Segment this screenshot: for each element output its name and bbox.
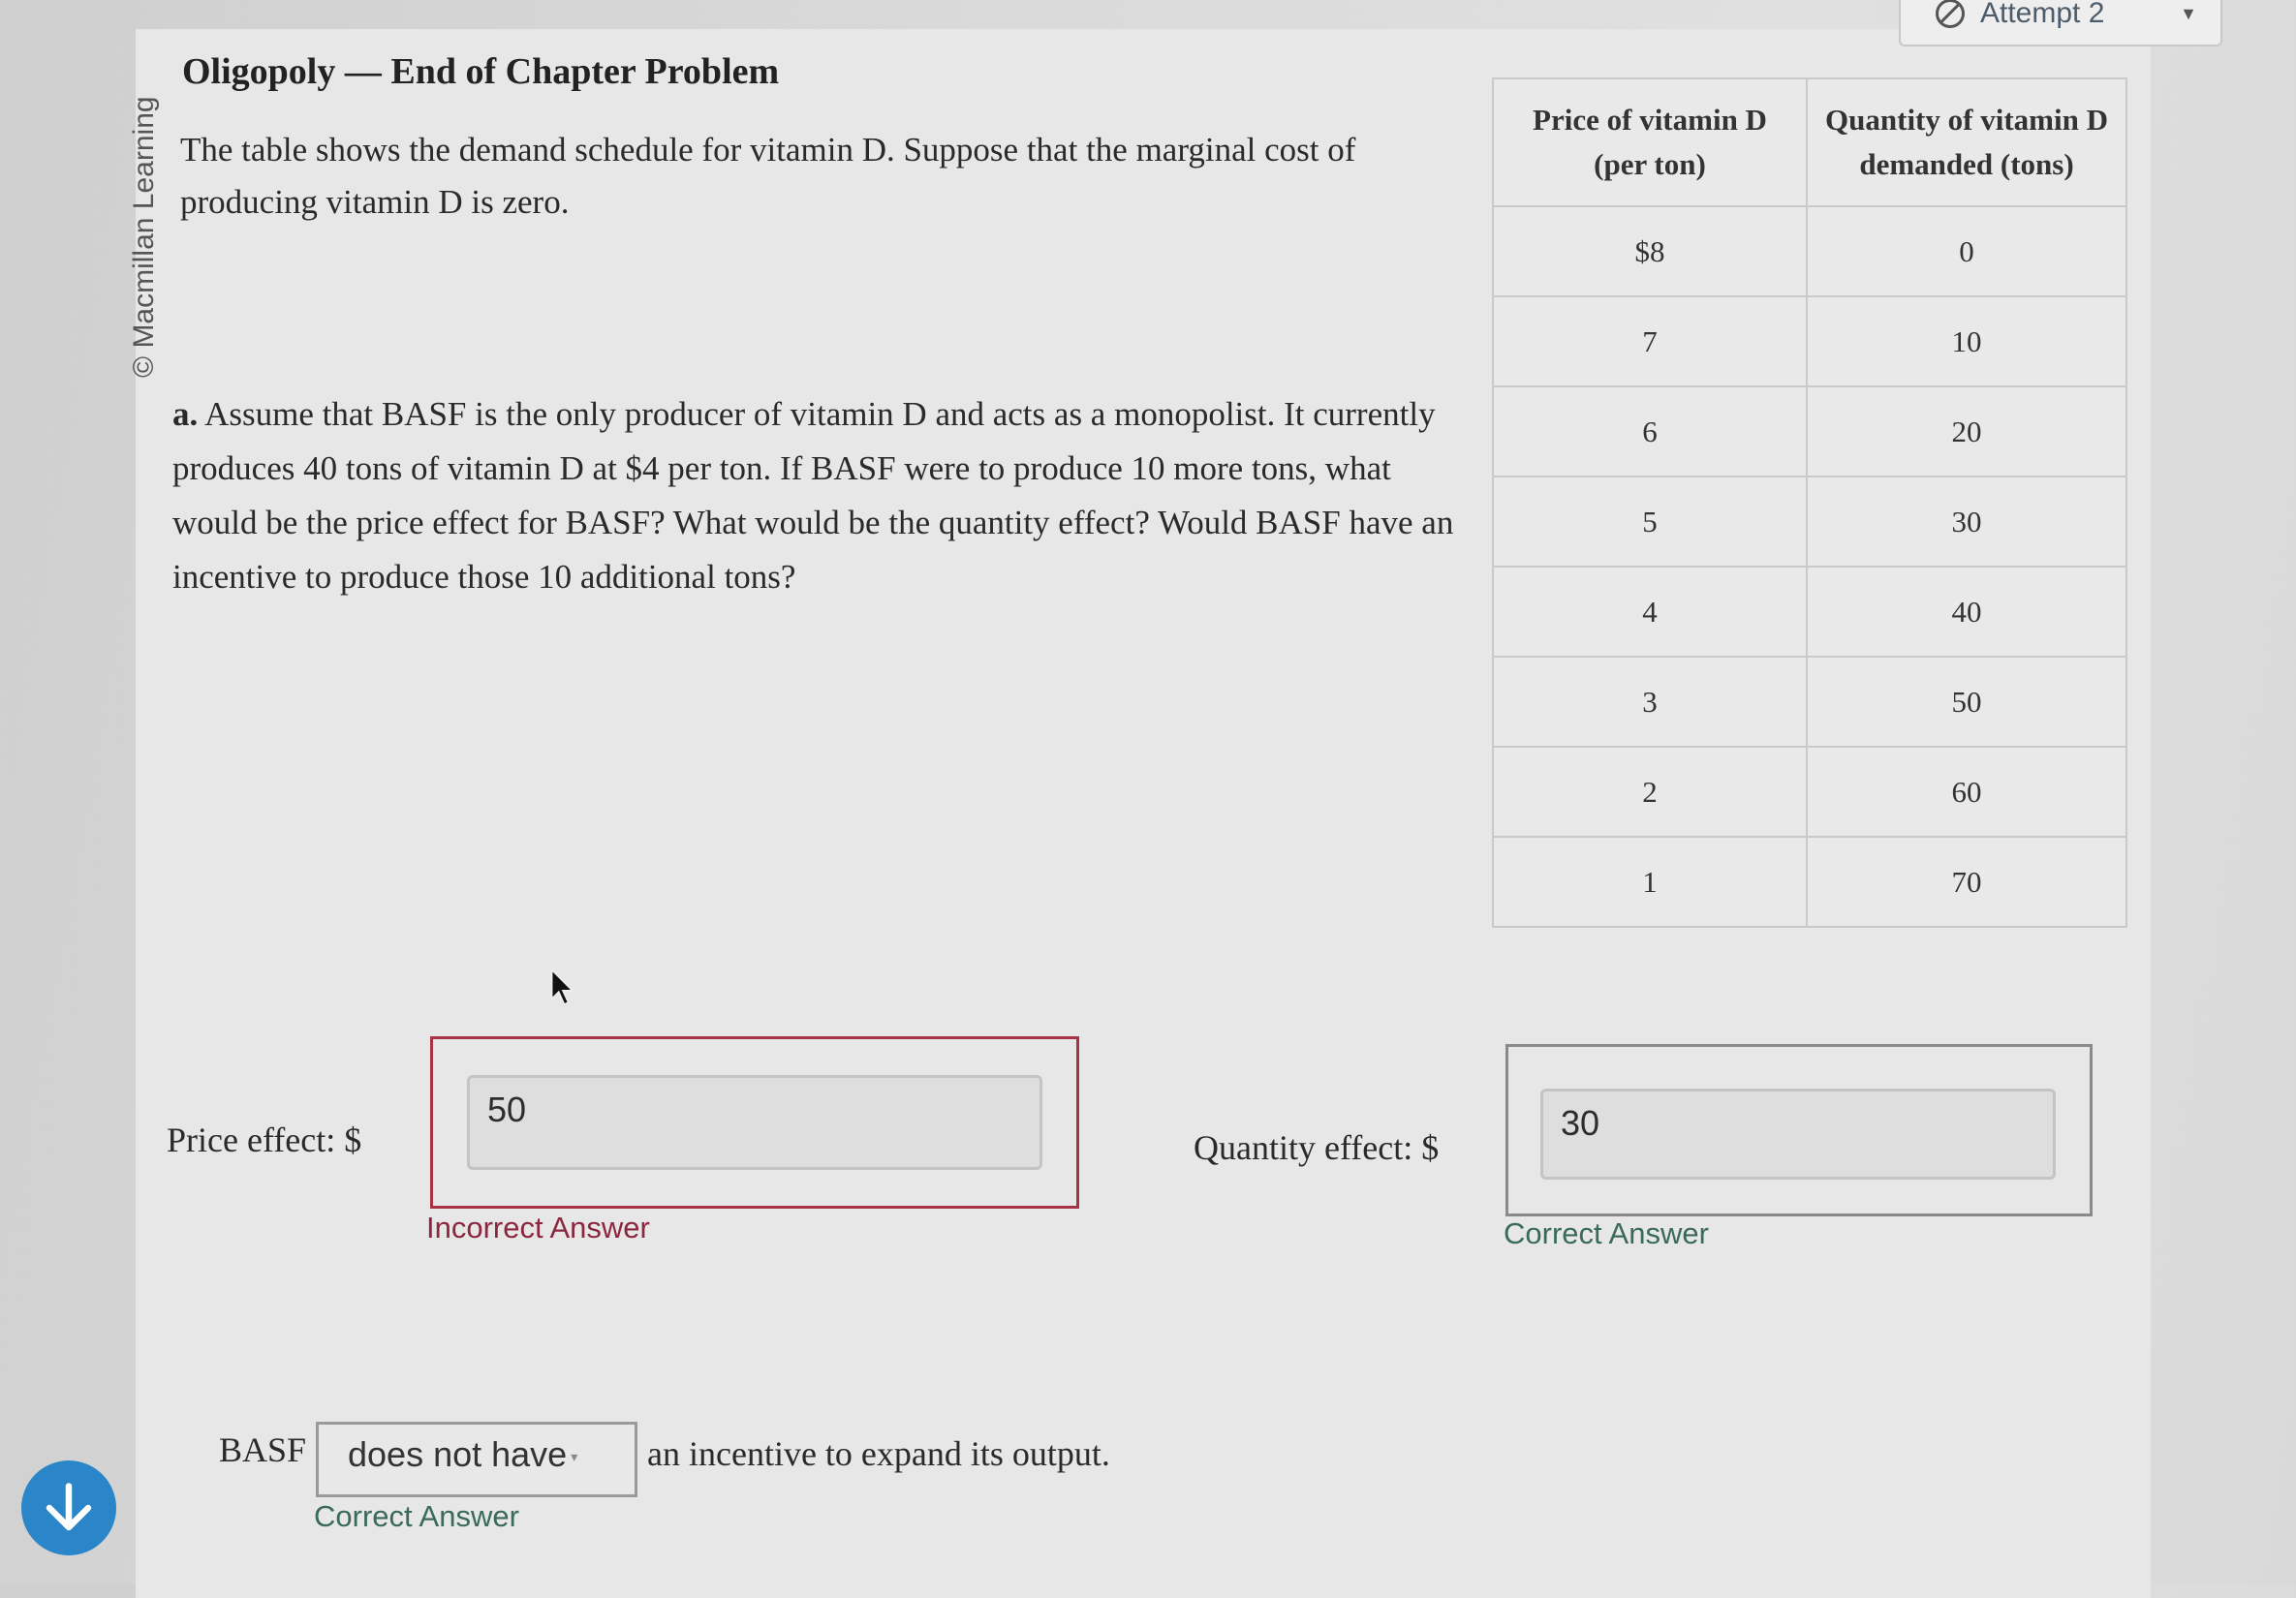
quantity-cell: 0 [1806, 205, 2127, 297]
quantity-cell: 60 [1806, 746, 2127, 838]
incentive-feedback: Correct Answer [314, 1499, 519, 1533]
quantity-cell: 20 [1806, 385, 2127, 477]
quantity-cell: 50 [1806, 656, 2127, 748]
price-effect-feedback: Incorrect Answer [426, 1211, 650, 1245]
demand-schedule-table: Price of vitamin D (per ton) Quantity of… [1492, 77, 2127, 928]
table-row: 3 50 [1492, 656, 2127, 748]
table-row: 6 20 [1492, 385, 2127, 477]
price-cell: 3 [1492, 656, 1808, 748]
incentive-suffix: an incentive to expand its output. [647, 1434, 1110, 1473]
quantity-effect-label: Quantity effect: $ [1194, 1128, 1440, 1167]
price-cell: 1 [1492, 836, 1808, 928]
table-row: $8 0 [1492, 205, 2127, 297]
price-cell: 2 [1492, 746, 1808, 838]
attempt-label: Attempt 2 [1980, 0, 2105, 29]
quantity-cell: 30 [1806, 476, 2127, 568]
table-row: 5 30 [1492, 476, 2127, 568]
table-row: 1 70 [1492, 836, 2127, 928]
chevron-down-icon: ▾ [571, 1448, 578, 1464]
ban-icon [1936, 0, 1965, 28]
column-header-price: Price of vitamin D (per ton) [1492, 77, 1808, 207]
price-cell: 6 [1492, 385, 1808, 477]
incentive-select[interactable]: does not have ▾ [316, 1422, 637, 1497]
quantity-cell: 70 [1806, 836, 2127, 928]
part-label: a. [172, 395, 199, 433]
copyright-text: © Macmillan Learning [128, 96, 160, 378]
table-row: 2 60 [1492, 746, 2127, 838]
table-row: 7 10 [1492, 295, 2127, 387]
quantity-cell: 40 [1806, 566, 2127, 658]
quantity-cell: 10 [1806, 295, 2127, 387]
table-row: 4 40 [1492, 566, 2127, 658]
table-header-row: Price of vitamin D (per ton) Quantity of… [1492, 77, 2127, 207]
chevron-down-icon: ▼ [2180, 3, 2197, 23]
price-cell: $8 [1492, 205, 1808, 297]
price-cell: 7 [1492, 295, 1808, 387]
scroll-down-button[interactable] [21, 1460, 116, 1555]
attempt-dropdown[interactable]: Attempt 2 ▼ [1899, 0, 2222, 46]
price-effect-input[interactable]: 50 [467, 1075, 1042, 1170]
problem-title: Oligopoly — End of Chapter Problem [182, 51, 780, 92]
question-a: a. Assume that BASF is the only producer… [172, 387, 1461, 604]
incentive-selected-value: does not have [348, 1434, 568, 1474]
arrow-down-icon [46, 1483, 92, 1531]
quantity-effect-feedback: Correct Answer [1504, 1216, 1709, 1250]
problem-intro: The table shows the demand schedule for … [180, 131, 1356, 221]
quantity-effect-input[interactable]: 30 [1540, 1089, 2056, 1180]
price-cell: 4 [1492, 566, 1808, 658]
price-effect-label: Price effect: $ [167, 1121, 362, 1159]
mouse-cursor-icon [550, 968, 575, 1006]
incentive-prefix: BASF [219, 1430, 307, 1469]
price-cell: 5 [1492, 476, 1808, 568]
column-header-quantity: Quantity of vitamin D demanded (tons) [1806, 77, 2127, 207]
question-text: Assume that BASF is the only producer of… [172, 395, 1454, 596]
